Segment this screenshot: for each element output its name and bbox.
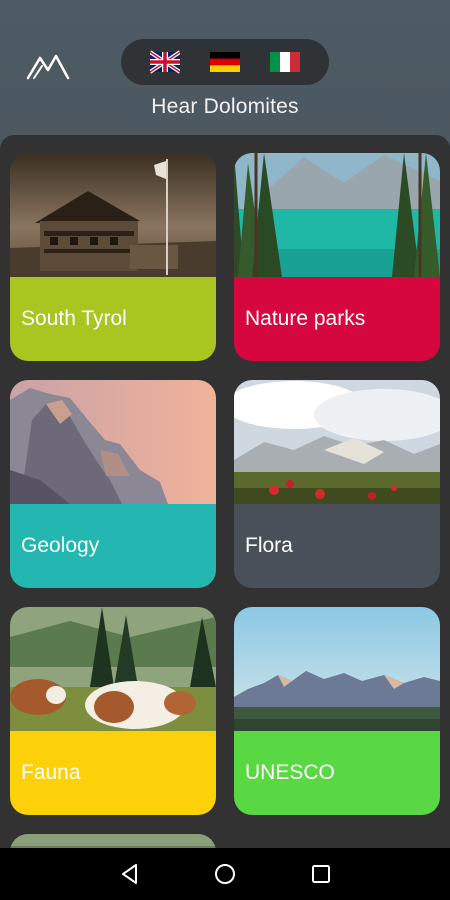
fauna-band: Fauna bbox=[10, 731, 216, 815]
category-card-unesco[interactable]: UNESCO bbox=[234, 607, 440, 815]
germany-flag-icon[interactable] bbox=[210, 49, 240, 75]
home-circle-icon[interactable] bbox=[213, 862, 237, 886]
category-label: Geology bbox=[21, 534, 100, 557]
geology-photo bbox=[10, 380, 216, 504]
category-card-south-tyrol[interactable]: South Tyrol bbox=[10, 153, 216, 361]
uk-flag-icon[interactable] bbox=[150, 49, 180, 75]
app-title: Hear Dolomites bbox=[151, 95, 299, 118]
category-label: UNESCO bbox=[245, 761, 335, 784]
geology-band: Geology bbox=[10, 504, 216, 588]
partial-card-photo bbox=[10, 834, 216, 848]
category-label: Fauna bbox=[21, 761, 81, 784]
category-label: Nature parks bbox=[245, 307, 366, 330]
category-label: Flora bbox=[245, 534, 293, 557]
flora-band: Flora bbox=[234, 504, 440, 588]
category-card-fauna[interactable]: Fauna bbox=[10, 607, 216, 815]
language-selector bbox=[121, 39, 329, 85]
android-navigation-bar bbox=[0, 848, 450, 900]
nature-parks-band: Nature parks bbox=[234, 277, 440, 361]
flora-photo bbox=[234, 380, 440, 504]
unesco-photo bbox=[234, 607, 440, 731]
category-card-partial[interactable] bbox=[10, 834, 216, 848]
category-card-flora[interactable]: Flora bbox=[234, 380, 440, 588]
italy-flag-icon[interactable] bbox=[270, 49, 300, 75]
back-triangle-icon[interactable] bbox=[118, 862, 142, 886]
app-header: Hear Dolomites bbox=[0, 0, 450, 135]
category-panel: South Tyrol Nature parks Geology Flora F… bbox=[0, 135, 450, 848]
south-tyrol-band: South Tyrol bbox=[10, 277, 216, 361]
category-label: South Tyrol bbox=[21, 307, 127, 330]
unesco-band: UNESCO bbox=[234, 731, 440, 815]
category-card-geology[interactable]: Geology bbox=[10, 380, 216, 588]
fauna-photo bbox=[10, 607, 216, 731]
mountain-logo-icon[interactable] bbox=[26, 50, 70, 82]
south-tyrol-photo bbox=[10, 153, 216, 277]
nature-parks-photo bbox=[234, 153, 440, 277]
recent-square-icon[interactable] bbox=[309, 862, 333, 886]
category-card-nature-parks[interactable]: Nature parks bbox=[234, 153, 440, 361]
